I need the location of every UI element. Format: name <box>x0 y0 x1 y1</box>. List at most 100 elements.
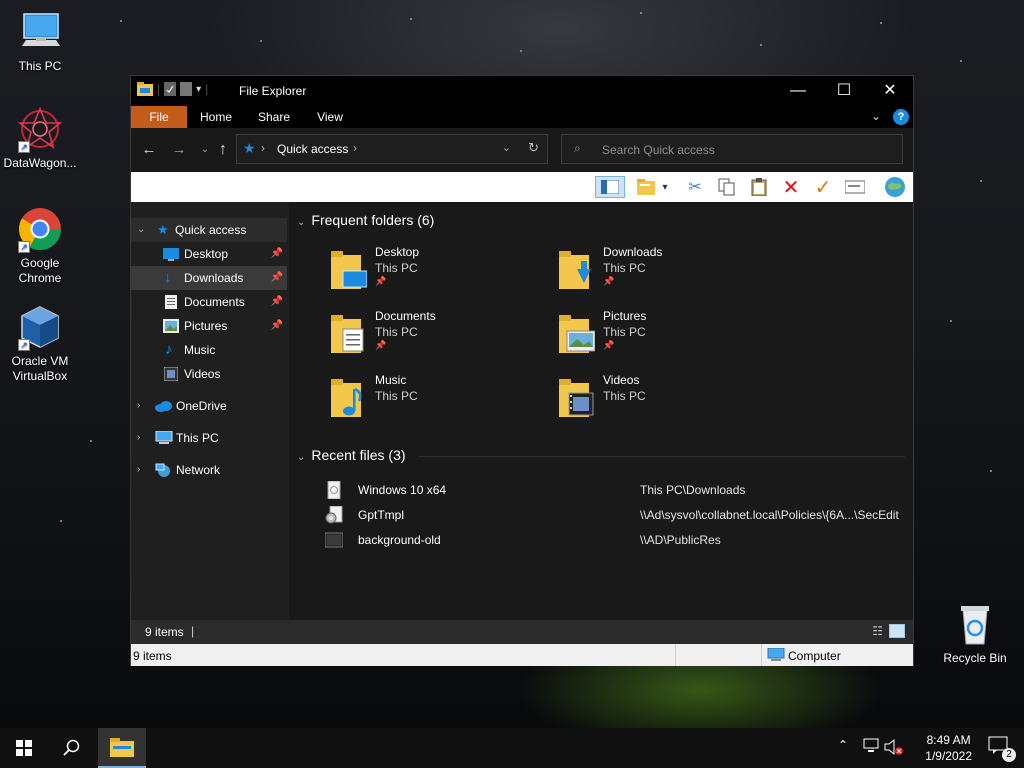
folder-tile-music[interactable]: Music This PC <box>329 373 529 429</box>
download-arrow-icon: ↓ <box>164 269 172 286</box>
large-icons-view-icon[interactable] <box>889 624 905 638</box>
network-status-icon[interactable] <box>862 738 880 757</box>
delete-icon[interactable]: ✕ <box>779 176 803 199</box>
help-icon[interactable]: ? <box>893 109 909 125</box>
desktop-icon-datawagon[interactable]: ↗ DataWagon... <box>0 105 80 171</box>
folder-name: Documents <box>375 309 436 323</box>
collapsed-chevron-icon[interactable]: › <box>137 458 140 482</box>
tab-home[interactable]: Home <box>193 106 239 128</box>
recent-files-group[interactable]: ⌄ Recent files (3) <box>297 447 406 463</box>
tab-share[interactable]: Share <box>251 106 297 128</box>
breadcrumb-chevron-icon[interactable]: › <box>353 141 357 155</box>
desktop-folder-icon <box>331 251 367 289</box>
pin-icon[interactable]: 📌 <box>271 290 283 314</box>
search-box[interactable]: ⌕ Search Quick access <box>561 134 903 164</box>
clock[interactable]: 8:49 AM 1/9/2022 <box>925 732 972 764</box>
minimize-button[interactable]: — <box>775 76 821 106</box>
forward-button[interactable]: → <box>169 140 189 160</box>
breadcrumb-location[interactable]: Quick access <box>277 142 348 156</box>
nav-item-videos[interactable]: Videos <box>131 362 287 386</box>
nav-item-desktop[interactable]: Desktop 📌 <box>131 242 287 266</box>
address-bar[interactable]: ★ › Quick access › ⌄ ↻ <box>236 134 548 164</box>
folder-tile-videos[interactable]: Videos This PC <box>557 373 757 429</box>
nav-label: Desktop <box>184 247 229 261</box>
recent-file-row[interactable]: background-old \\AD\PublicRes <box>325 529 905 551</box>
customize-quick-access-dropdown-icon[interactable]: ▾ <box>196 84 201 95</box>
file-name: background-old <box>358 533 441 547</box>
nav-item-this-pc[interactable]: › This PC <box>131 426 287 450</box>
folder-name: Pictures <box>603 309 647 323</box>
nav-quick-access[interactable]: ⌄ ★ Quick access <box>131 218 287 242</box>
desktop-icon-google-chrome[interactable]: ↗ Google Chrome <box>0 205 80 286</box>
properties-check-icon[interactable]: ✓ <box>811 176 835 199</box>
nav-item-downloads[interactable]: ↓ Downloads 📌 <box>131 266 287 290</box>
file-location: \\Ad\sysvol\collabnet.local\Policies\{6A… <box>640 508 899 522</box>
copy-icon[interactable] <box>715 176 739 198</box>
image-file-icon <box>325 532 343 548</box>
group-collapse-chevron-icon[interactable]: ⌄ <box>297 452 305 463</box>
recycle-bin-icon <box>951 600 999 648</box>
separator <box>761 644 762 666</box>
group-collapse-chevron-icon[interactable]: ⌄ <box>297 217 305 228</box>
status-bar: 9 items | ☷ <box>131 620 913 644</box>
folder-tile-desktop[interactable]: Desktop This PC 📌 <box>329 245 529 301</box>
recent-file-row[interactable]: GptTmpl \\Ad\sysvol\collabnet.local\Poli… <box>325 504 905 526</box>
up-button[interactable]: ↑ <box>213 140 233 160</box>
recent-file-row-1[interactable] <box>325 554 905 576</box>
maximize-button[interactable]: ☐ <box>821 76 867 106</box>
nav-item-music[interactable]: ♪ Music <box>131 338 287 362</box>
new-folder-icon[interactable] <box>180 82 193 96</box>
nav-item-network[interactable]: › Network <box>131 458 287 482</box>
recent-file-row[interactable]: Windows 10 x64 This PC\Downloads <box>325 479 905 501</box>
preview-pane-icon[interactable] <box>595 176 625 198</box>
desktop-icon-this-pc[interactable]: This PC <box>0 8 80 74</box>
globe-icon[interactable] <box>883 176 907 198</box>
address-dropdown-icon[interactable]: ⌄ <box>502 141 511 154</box>
rename-icon[interactable] <box>843 176 867 198</box>
paste-icon[interactable] <box>747 176 771 198</box>
show-hidden-icons-chevron-icon[interactable]: ⌃ <box>838 738 848 752</box>
recent-locations-chevron-icon[interactable]: ⌄ <box>195 140 215 160</box>
nav-item-documents[interactable]: Documents 📌 <box>131 290 287 314</box>
folder-tile-downloads[interactable]: Downloads This PC 📌 <box>557 245 757 301</box>
nav-label: Videos <box>184 367 221 381</box>
action-center-button[interactable]: 2 <box>988 736 1016 762</box>
properties-icon[interactable] <box>164 82 177 96</box>
nav-item-pictures[interactable]: Pictures 📌 <box>131 314 287 338</box>
collapsed-chevron-icon[interactable]: › <box>137 426 140 450</box>
desktop-icon-recycle-bin[interactable]: Recycle Bin <box>935 600 1015 666</box>
folder-location: This PC <box>375 261 418 275</box>
details-view-icon[interactable]: ☷ <box>872 624 883 638</box>
title-bar[interactable]: | ▾ | File Explorer — ☐ ✕ <box>131 76 913 106</box>
tab-view[interactable]: View <box>307 106 353 128</box>
collapsed-chevron-icon[interactable]: › <box>137 394 140 418</box>
volume-muted-icon[interactable] <box>884 738 904 759</box>
search-button[interactable] <box>48 728 96 768</box>
frequent-folders-group[interactable]: ⌄ Frequent folders (6) <box>297 212 434 228</box>
start-button[interactable] <box>0 728 48 768</box>
new-folder-toolbar-icon[interactable] <box>635 176 659 198</box>
folder-icon <box>137 82 153 96</box>
close-button[interactable]: ✕ <box>867 76 913 106</box>
back-button[interactable]: ← <box>139 140 159 160</box>
expanded-chevron-icon[interactable]: ⌄ <box>137 218 145 242</box>
expand-ribbon-chevron-icon[interactable]: ⌄ <box>871 109 881 123</box>
search-icon <box>63 739 80 756</box>
tab-file[interactable]: File <box>131 106 187 128</box>
nav-label: Music <box>184 343 216 357</box>
nav-item-onedrive[interactable]: › OneDrive <box>131 394 287 418</box>
pin-icon[interactable]: 📌 <box>271 266 283 290</box>
item-count-light: 9 items <box>133 649 172 663</box>
refresh-icon[interactable]: ↻ <box>528 140 539 156</box>
cut-icon[interactable]: ✂ <box>683 176 707 198</box>
folder-tile-documents[interactable]: Documents This PC 📌 <box>329 309 529 365</box>
virtualbox-icon: ↗ <box>16 303 64 351</box>
pin-icon[interactable]: 📌 <box>271 242 283 266</box>
group-heading: Recent files (3) <box>311 447 406 463</box>
desktop-icon-oracle-vm-virtualbox[interactable]: ↗ Oracle VM VirtualBox <box>0 303 80 384</box>
folder-tile-pictures[interactable]: Pictures This PC 📌 <box>557 309 757 365</box>
taskbar-file-explorer[interactable] <box>98 728 146 768</box>
pin-icon[interactable]: 📌 <box>271 314 283 338</box>
file-icon <box>327 481 341 499</box>
new-item-dropdown-icon[interactable]: ▾ <box>659 176 671 198</box>
